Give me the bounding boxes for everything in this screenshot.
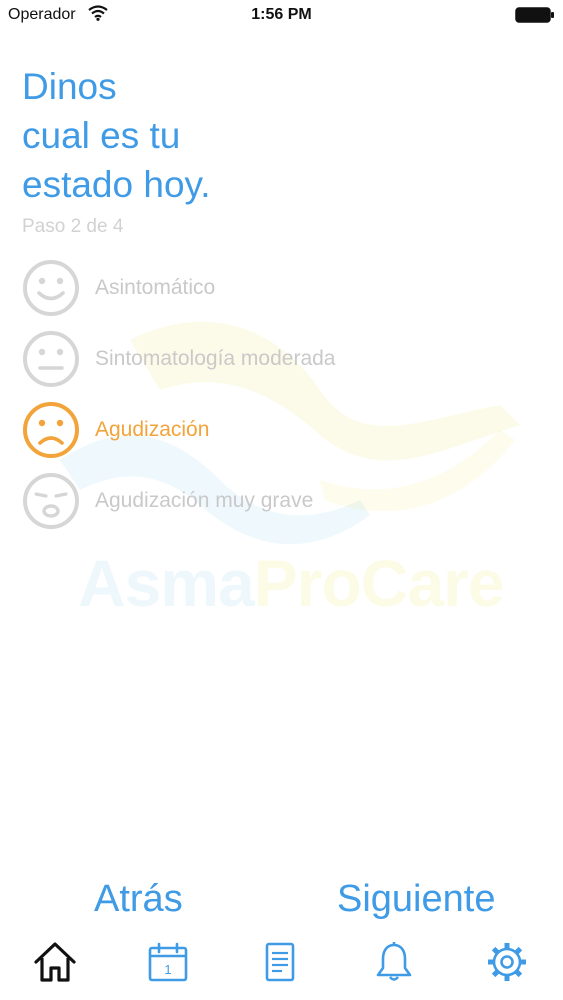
option-asintomatico[interactable]: Asintomático — [22, 258, 522, 318]
watermark-text-part1: Asma — [78, 546, 255, 620]
option-agudizacion[interactable]: Agudización — [22, 400, 522, 460]
calendar-badge: 1 — [164, 962, 171, 977]
title-line: cual es tu — [22, 115, 181, 156]
tab-calendar[interactable]: 1 — [144, 938, 192, 986]
neutral-face-icon — [23, 331, 79, 387]
page-title: Dinos cual es tu estado hoy. — [22, 62, 522, 209]
tab-document[interactable] — [256, 938, 304, 986]
next-button[interactable]: Siguiente — [337, 878, 495, 921]
smile-face-icon — [23, 260, 79, 316]
sad-face-icon — [23, 402, 79, 458]
option-label: Agudización muy grave — [95, 489, 314, 512]
tab-home[interactable] — [31, 938, 79, 986]
option-agudizacion-muy-grave[interactable]: Agudización muy grave — [22, 471, 522, 531]
option-label: Asintomático — [95, 276, 216, 299]
step-indicator: Paso 2 de 4 — [22, 216, 124, 237]
document-icon — [265, 942, 295, 982]
option-label: Agudización — [95, 418, 210, 441]
title-line: estado hoy. — [22, 164, 211, 205]
option-label: Sintomatología moderada — [95, 347, 336, 370]
tab-notifications[interactable] — [370, 938, 418, 986]
tab-bar: 1 — [0, 934, 563, 990]
status-bar: Operador 1:56 PM — [0, 0, 563, 30]
battery-icon — [515, 7, 555, 23]
option-sintomatologia-moderada[interactable]: Sintomatología moderada — [22, 329, 522, 389]
home-icon — [34, 942, 76, 982]
watermark-text: AsmaProCare — [78, 545, 505, 621]
tab-settings[interactable] — [483, 938, 531, 986]
status-time: 1:56 PM — [251, 6, 312, 23]
watermark-text-part2: ProCare — [253, 546, 505, 620]
title-line: Dinos — [22, 66, 117, 107]
gear-icon — [488, 943, 526, 981]
back-button[interactable]: Atrás — [94, 878, 183, 921]
very-sad-face-icon — [23, 473, 79, 529]
bell-icon — [376, 942, 412, 981]
calendar-icon: 1 — [148, 942, 188, 982]
